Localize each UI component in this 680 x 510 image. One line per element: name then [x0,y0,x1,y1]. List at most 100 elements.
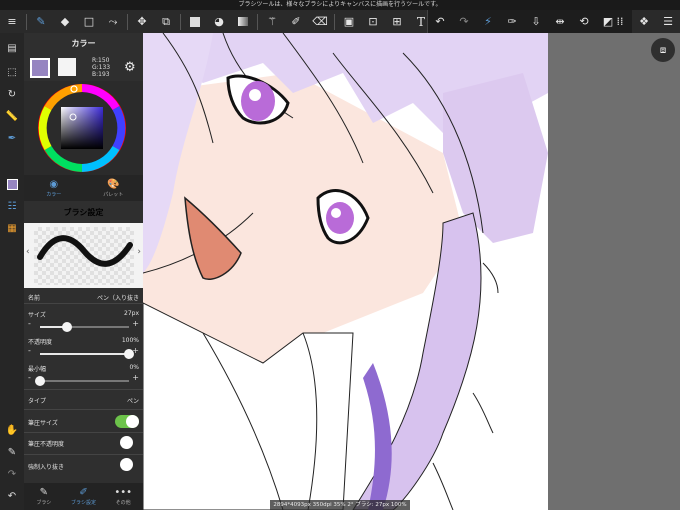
tab-brush-label: ブラシ [36,500,52,506]
tab-palette-label: パレット [103,191,124,198]
green-value: G:133 [92,64,111,71]
eraser-tool-icon[interactable]: ◆ [53,11,77,33]
save-icon[interactable]: ⇩ [524,11,548,33]
tab-color[interactable]: ◉ カラー [24,175,84,201]
grid-icon[interactable]: ⁞⁞ [608,11,632,33]
bucket-icon[interactable]: ◕ [207,11,231,33]
size-slider-knob[interactable] [61,322,72,332]
main-color-swatch[interactable] [30,58,50,78]
gear-icon[interactable]: ⚙ [124,60,136,75]
color-picker[interactable] [24,81,143,175]
brush-preview[interactable]: ‹ › [24,223,143,288]
select-clear-icon[interactable]: ⊡ [361,11,385,33]
undo-rail-icon[interactable]: ↶ [3,487,21,505]
select-rect-icon[interactable]: □ [77,11,101,33]
select-pen-icon[interactable]: ✐ [284,11,308,33]
select-all-icon[interactable]: ▣ [337,11,361,33]
panel-bottom-tabs: ✎ ブラシ ✐ ブラシ設定 ••• その他 [24,483,143,510]
toolbar-divider [127,13,128,30]
drawing-canvas[interactable] [143,33,548,510]
eyedropper-icon[interactable]: ✑ [500,11,524,33]
size-minus-button[interactable]: - [28,319,31,328]
brush-tool-icon[interactable]: ✎ [29,11,53,33]
pressure-size-toggle[interactable] [115,415,139,428]
toggle-knob [126,415,139,428]
color-panel-icon[interactable] [3,175,21,193]
fill-color-icon[interactable] [183,11,207,33]
pressure-opacity-label: 筆圧不透明度 [28,441,65,448]
min-width-value: 0% [129,364,139,371]
brush-settings-icon[interactable]: ▦ [3,219,21,237]
type-label: タイプ [28,398,47,405]
toolbar-divider [26,13,27,30]
toggle-knob [120,436,133,449]
layers-icon[interactable]: ☰ [656,11,680,33]
toolbar-divider [334,13,335,30]
toggle-knob [120,458,133,471]
ruler-icon[interactable]: 📏 [3,107,21,125]
color-swatches: R:150 G:133 B:193 ⚙ [28,57,139,80]
pages-icon[interactable]: ▤ [3,39,21,57]
divider [24,409,143,410]
size-value: 27px [124,310,139,317]
menu-icon[interactable]: ≡ [0,11,24,33]
toolbar-divider [257,13,258,30]
pen-pressure-icon[interactable]: ✒ [3,129,21,147]
size-plus-button[interactable]: + [132,319,139,328]
tab-brush-settings[interactable]: ✐ ブラシ設定 [64,483,104,510]
toolbar-divider [180,13,181,30]
lasso-icon[interactable]: ⤳ [101,11,125,33]
color-tabs: ◉ カラー 🎨 パレット [24,175,143,201]
tab-color-label: カラー [46,191,62,198]
undo-icon[interactable]: ↶ [428,11,452,33]
select-eraser-icon[interactable]: ⌫ [308,11,332,33]
material-icon[interactable]: ❖ [632,11,656,33]
transform-icon[interactable]: ⧉ [154,11,178,33]
tab-palette[interactable]: 🎨 パレット [84,175,144,201]
select-area-icon[interactable]: ⬚ [3,63,21,81]
tool-hint: ブラシツールは、様々なブラシによりキャンバスに描画を行うツールです。 [0,0,680,10]
hand-icon[interactable]: ✋ [3,421,21,439]
brush-icon: ✎ [39,487,49,498]
pressure-opacity-toggle[interactable] [115,436,139,449]
rotate-canvas-icon[interactable]: ↻ [3,85,21,103]
min-width-plus-button[interactable]: + [132,373,139,382]
brush-list-icon[interactable]: ☷ [3,197,21,215]
redo-rail-icon[interactable]: ↷ [3,465,21,483]
hand-rotate-icon[interactable]: ⟲ [572,11,596,33]
divider [24,303,143,304]
select-transform-icon[interactable]: ⊞ [385,11,409,33]
move-icon[interactable]: ✥ [130,11,154,33]
force-fade-toggle[interactable] [115,458,139,471]
min-width-minus-button[interactable]: - [28,373,31,382]
tab-brush-settings-label: ブラシ設定 [71,500,96,506]
tab-brush[interactable]: ✎ ブラシ [24,483,64,510]
tab-more[interactable]: ••• その他 [103,483,143,510]
more-icon: ••• [114,487,133,498]
brush-settings-title: ブラシ設定 [24,203,143,223]
brush-snap-icon[interactable]: ⚡ [476,11,500,33]
red-value: R:150 [92,57,110,64]
canvas-navigator-button[interactable]: ⧈ [651,38,675,62]
prev-brush-icon[interactable]: ‹ [26,247,30,257]
sub-color-swatch[interactable] [58,58,76,76]
opacity-plus-button[interactable]: + [132,346,139,355]
flip-icon[interactable]: ⇹ [548,11,572,33]
gradient-icon[interactable] [231,11,255,33]
opacity-slider[interactable] [40,349,134,359]
min-width-slider-knob[interactable] [35,376,45,386]
size-slider[interactable] [40,322,129,332]
type-value: ペン [126,398,139,405]
color-wheel[interactable] [24,81,143,175]
min-width-slider[interactable] [35,376,129,386]
color-tab-icon: ◉ [49,178,59,190]
blue-value: B:193 [92,71,110,78]
opacity-minus-button[interactable]: - [28,346,31,355]
divider [24,432,143,433]
size-label: サイズ [28,312,46,319]
magic-wand-icon[interactable]: ⚚ [260,11,284,33]
eyedropper-rail-icon[interactable]: ✎ [3,443,21,461]
pressure-size-label: 筆圧サイズ [28,420,58,427]
next-brush-icon[interactable]: › [137,247,141,257]
redo-icon[interactable]: ↷ [452,11,476,33]
